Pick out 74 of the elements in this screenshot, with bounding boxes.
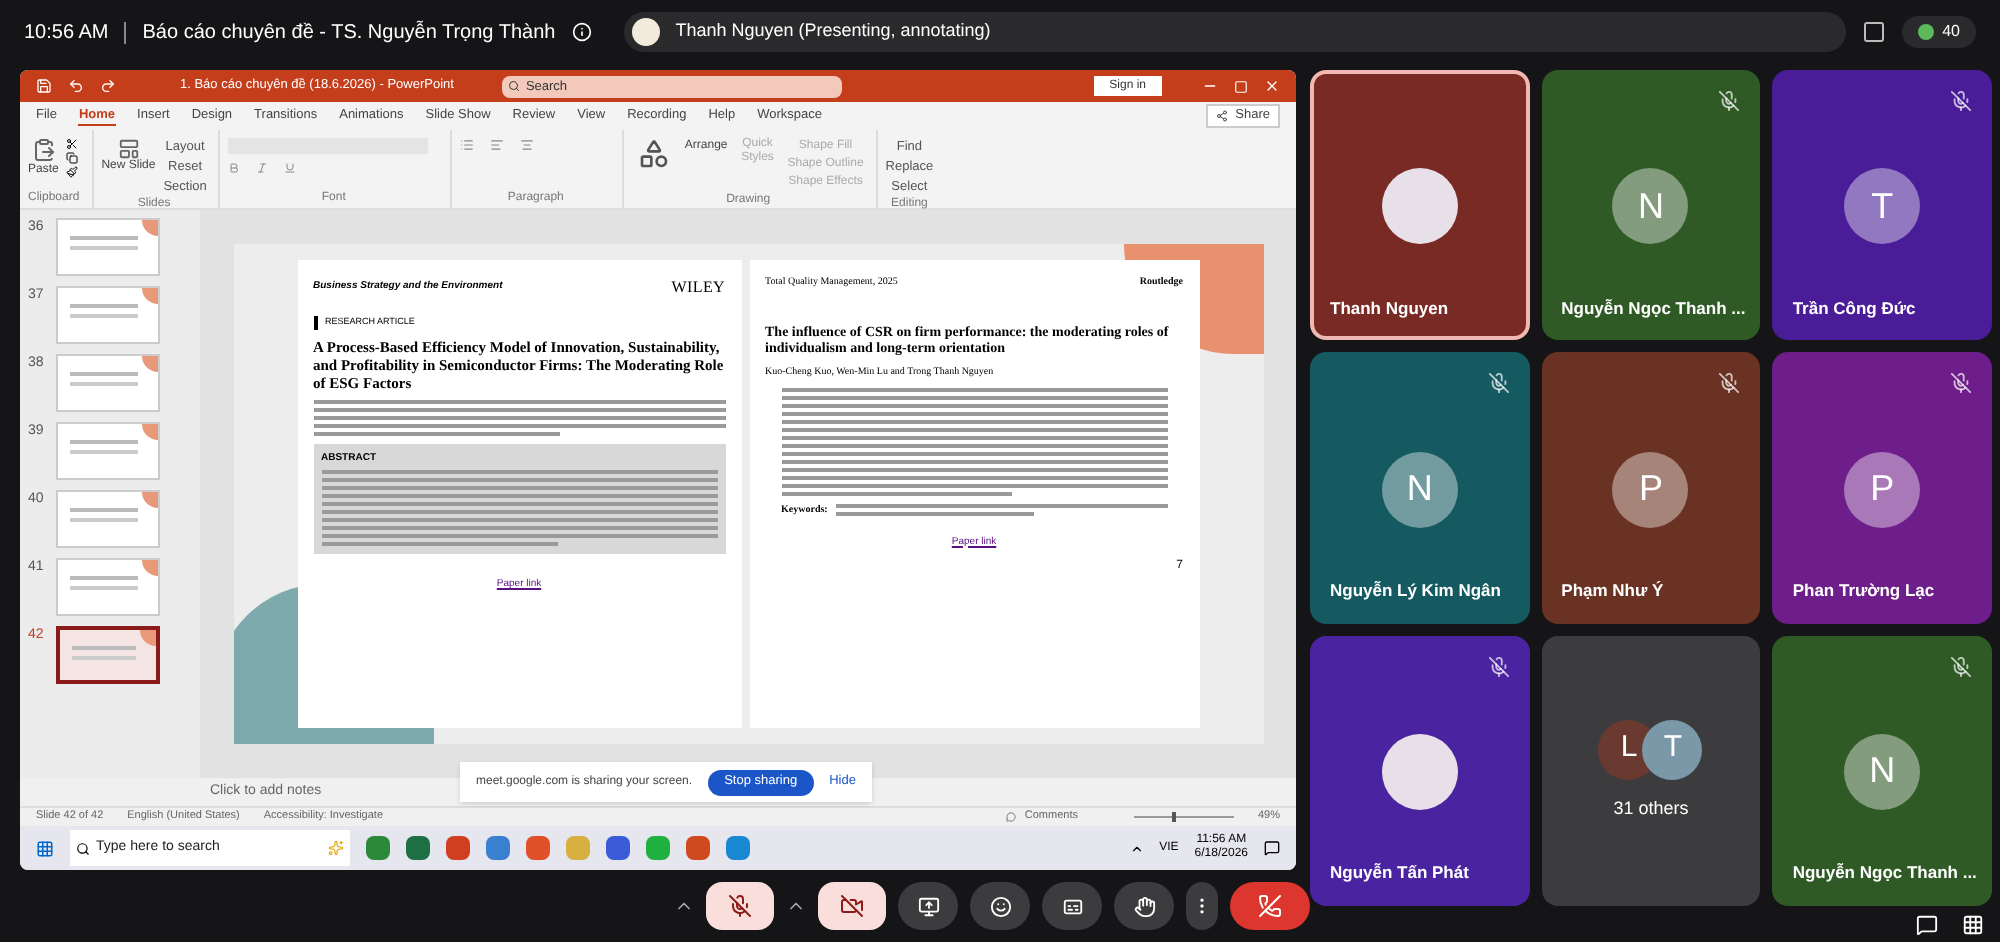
activities-icon[interactable] [1962,913,1984,935]
meeting-time: 10:56 AM [24,19,109,47]
redo-icon[interactable] [100,78,116,94]
meeting-title: Báo cáo chuyên đề - TS. Nguyễn Trọng Thành [142,18,556,47]
participant-tile[interactable]: P Phan Trường Lạc [1772,352,1992,624]
participant-name: Thanh Nguyen [1330,295,1451,321]
participant-tile[interactable]: T Trần Công Đức [1772,70,1992,341]
taskbar-app-icon[interactable] [446,836,470,860]
taskbar-app-icon[interactable] [406,836,430,860]
participant-tile[interactable]: Nguyễn Tấn Phát [1310,635,1530,906]
others-count: 31 others [1613,795,1689,822]
participant-name: Nguyễn Tấn Phát [1330,860,1471,886]
microphone-button[interactable] [706,882,774,930]
participants-button[interactable]: 40 [1902,16,1976,48]
participant-tile[interactable]: N Nguyễn Ngọc Thanh ... [1541,70,1761,341]
participant-tile[interactable]: N Nguyễn Ngọc Thanh ... [1772,635,1992,906]
slide-layout-icon [117,138,140,160]
present-button[interactable] [898,882,958,930]
participant-name: Nguyễn Ngọc Thanh ... [1792,860,1972,886]
participant-name: Trần Công Đức [1792,295,1918,321]
end-call-button[interactable] [1230,882,1310,930]
start-icon[interactable] [36,839,54,857]
phone-icon [1258,894,1282,918]
camera-button[interactable] [818,882,886,930]
taskbar-app-icon[interactable] [686,836,710,860]
clipboard-icon [31,138,56,162]
notification-icon[interactable] [1264,840,1280,856]
sparkle-icon [328,840,344,856]
search-icon [76,841,90,855]
comment-icon [1006,812,1017,822]
taskbar-app-icon[interactable] [366,836,390,860]
info-icon[interactable] [571,22,592,42]
zoom-slider-thumb[interactable] [1172,812,1177,822]
underline-icon[interactable] [284,162,297,174]
mic-off-icon [728,894,752,918]
more-options-button[interactable] [1186,882,1218,930]
taskbar-app-icon[interactable] [486,836,510,860]
undo-icon[interactable] [68,78,84,94]
search-icon [507,80,520,92]
presenter-status: Thanh Nguyen (Presenting, annotating) [675,18,991,45]
participant-name: Phạm Như Ý [1561,577,1666,604]
participant-tile[interactable]: N Nguyễn Lý Kim Ngân [1310,352,1530,624]
presenter-avatar [631,18,660,46]
cut-icon[interactable] [66,138,79,150]
slide-thumbnail[interactable] [56,626,160,684]
camera-off-icon [840,894,864,918]
chat-icon[interactable] [1916,913,1938,935]
bold-icon[interactable] [228,162,241,174]
participant-tile[interactable]: Thanh Nguyen [1310,70,1530,341]
close-icon[interactable] [1264,78,1280,94]
captions-icon [1061,895,1083,917]
present-screen-icon [917,895,939,917]
presenter-bar[interactable]: Thanh Nguyen (Presenting, annotating) [623,12,1847,52]
save-icon[interactable] [36,78,52,94]
taskbar-app-icon[interactable] [606,836,630,860]
others-tile[interactable]: L T 31 others [1541,635,1761,906]
screen-icon[interactable] [1862,20,1887,44]
emoji-button[interactable] [970,882,1030,930]
captions-button[interactable] [1042,882,1102,930]
raise-hand-button[interactable] [1114,882,1174,930]
publisher-logo: WILEY [671,276,726,300]
copy-icon[interactable] [66,152,79,164]
taskbar-app-icon[interactable] [526,836,550,860]
format-painter-icon[interactable] [66,166,79,178]
share-icon [1215,110,1228,122]
participant-name: Nguyễn Ngọc Thanh ... [1561,295,1741,321]
participant-name: Nguyễn Lý Kim Ngân [1330,577,1503,604]
maximize-icon[interactable] [1234,79,1248,93]
hand-icon [1133,895,1155,917]
participant-tile[interactable]: P Phạm Như Ý [1541,352,1761,624]
taskbar-app-icon[interactable] [726,836,750,860]
smiley-icon [989,895,1011,917]
italic-icon[interactable] [256,162,269,174]
participant-name: Phan Trường Lạc [1792,577,1937,604]
